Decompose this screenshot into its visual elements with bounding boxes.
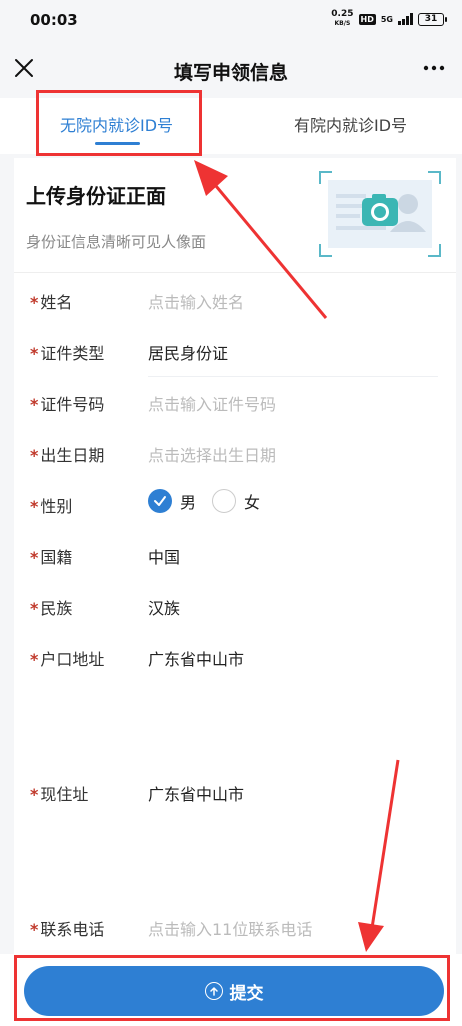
birth-date-label: * 出生日期 xyxy=(30,442,104,466)
id-upload-card[interactable]: 上传身份证正面 身份证信息清晰可见人像面 xyxy=(14,158,456,272)
upload-arrow-icon xyxy=(204,982,223,1000)
phone-row: * 联系电话 点击输入11位联系电话 xyxy=(14,916,456,956)
id-type-row: * 证件类型 居民身份证 xyxy=(14,340,456,380)
phone-label: * 联系电话 xyxy=(30,916,104,940)
nationality-row: * 国籍 中国 xyxy=(14,544,456,584)
required-mark: * xyxy=(30,785,39,804)
id-number-input[interactable]: 点击输入证件号码 xyxy=(148,391,276,415)
page-title: 填写申领信息 xyxy=(173,62,288,84)
gender-row: * 性别 男 女 xyxy=(14,489,456,533)
gender-label: * 性别 xyxy=(30,493,72,517)
name-input[interactable]: 点击输入姓名 xyxy=(148,289,244,313)
name-label: * 姓名 xyxy=(30,289,72,313)
required-mark: * xyxy=(30,446,39,465)
application-form: * 姓名 点击输入姓名 * 证件类型 居民身份证 * 证件号码 点击输入证件号码 * 出… xyxy=(14,272,456,954)
tab-no-hospital-id[interactable]: 无院内就诊ID号 xyxy=(60,112,173,136)
id-number-label: * 证件号码 xyxy=(30,391,104,415)
network-speed-unit: KB/S xyxy=(334,20,351,27)
required-mark: * xyxy=(30,395,39,414)
id-type-select[interactable]: 居民身份证 xyxy=(148,340,228,364)
phone-label-text: 联系电话 xyxy=(40,920,105,939)
nationality-label-text: 国籍 xyxy=(40,548,73,567)
id-number-row: * 证件号码 点击输入证件号码 xyxy=(14,391,456,431)
network-speed: 0.25 KB/S xyxy=(331,10,353,28)
household-address-label-text: 户口地址 xyxy=(40,650,105,669)
gender-label-text: 性别 xyxy=(40,497,73,516)
ethnicity-select[interactable]: 汉族 xyxy=(148,595,180,619)
network-type: 5G xyxy=(380,14,393,24)
upload-subtitle: 身份证信息清晰可见人像面 xyxy=(26,233,207,251)
required-mark: * xyxy=(30,650,39,669)
required-mark: * xyxy=(30,344,39,363)
household-address-label: * 户口地址 xyxy=(30,646,104,670)
ethnicity-label-text: 民族 xyxy=(40,599,73,618)
required-mark: * xyxy=(30,497,39,516)
status-time: 00:03 xyxy=(30,11,78,29)
required-mark: * xyxy=(30,920,39,939)
hd-badge: HD xyxy=(358,13,376,25)
current-address-label-text: 现住址 xyxy=(40,785,89,804)
current-address-row: * 现住址 广东省中山市 xyxy=(14,781,456,901)
gender-radio-group: 男 女 xyxy=(148,489,276,513)
current-address-label: * 现住址 xyxy=(30,781,88,805)
tab-bar: 无院内就诊ID号 有院内就诊ID号 xyxy=(0,98,462,154)
upload-title: 上传身份证正面 xyxy=(26,184,166,208)
phone-input[interactable]: 点击输入11位联系电话 xyxy=(148,916,312,940)
household-address-row: * 户口地址 广东省中山市 xyxy=(14,646,456,766)
name-row: * 姓名 点击输入姓名 xyxy=(14,289,456,329)
id-number-label-text: 证件号码 xyxy=(40,395,105,414)
divider xyxy=(148,376,438,377)
birth-date-picker[interactable]: 点击选择出生日期 xyxy=(148,442,276,466)
name-label-text: 姓名 xyxy=(40,293,73,312)
id-type-label-text: 证件类型 xyxy=(40,344,105,363)
bottom-bar: 提交 xyxy=(0,954,462,1026)
submit-label: 提交 xyxy=(229,983,264,1004)
current-address-input[interactable]: 广东省中山市 xyxy=(148,781,244,805)
nav-bar: 填写申领信息 xyxy=(0,40,462,98)
status-indicators: 0.25 KB/S HD 5G 31 xyxy=(331,10,447,28)
id-card-camera-icon[interactable] xyxy=(318,170,442,258)
gender-female-radio[interactable] xyxy=(212,489,237,513)
gender-male-radio[interactable] xyxy=(148,489,172,513)
tab-has-hospital-id[interactable]: 有院内就诊ID号 xyxy=(294,112,407,136)
required-mark: * xyxy=(30,293,39,312)
ethnicity-row: * 民族 汉族 xyxy=(14,595,456,635)
battery-icon: 31 xyxy=(418,12,447,26)
more-icon[interactable] xyxy=(422,58,446,78)
nationality-select[interactable]: 中国 xyxy=(148,544,180,568)
gender-female-label[interactable]: 女 xyxy=(244,489,260,513)
birth-date-row: * 出生日期 点击选择出生日期 xyxy=(14,442,456,482)
gender-male-label[interactable]: 男 xyxy=(180,489,196,513)
required-mark: * xyxy=(30,548,39,567)
network-speed-value: 0.25 xyxy=(331,9,354,19)
battery-level: 31 xyxy=(424,13,438,24)
required-mark: * xyxy=(30,599,39,618)
submit-button[interactable]: 提交 xyxy=(24,966,444,1016)
birth-date-label-text: 出生日期 xyxy=(40,446,105,465)
status-bar: 00:03 0.25 KB/S HD 5G 31 xyxy=(0,0,462,40)
id-type-label: * 证件类型 xyxy=(30,340,104,364)
household-address-input[interactable]: 广东省中山市 xyxy=(148,646,244,670)
ethnicity-label: * 民族 xyxy=(30,595,72,619)
signal-icon xyxy=(398,13,413,25)
check-icon xyxy=(154,496,166,506)
tab-active-indicator xyxy=(95,142,140,145)
nationality-label: * 国籍 xyxy=(30,544,72,568)
